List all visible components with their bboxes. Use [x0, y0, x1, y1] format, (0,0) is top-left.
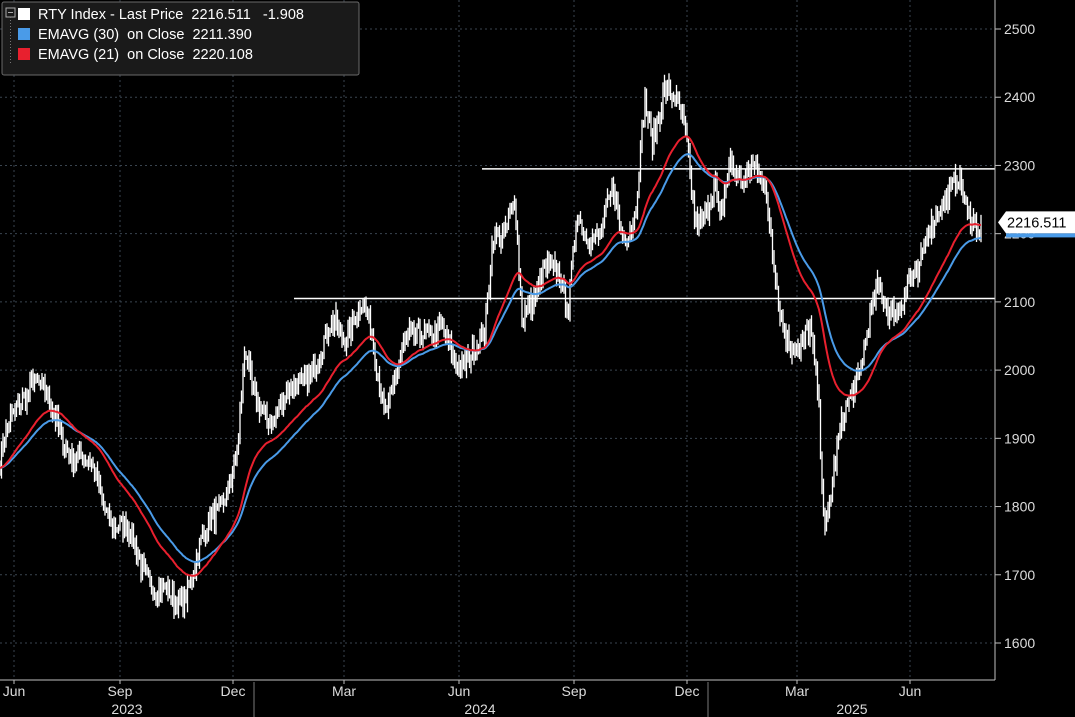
x-tick-label: Sep — [108, 683, 133, 699]
y-tick-label: 2300 — [1004, 157, 1035, 173]
rty-price-chart: 1600170018001900200021002200230024002500… — [0, 0, 1075, 717]
x-year-label: 2023 — [111, 701, 142, 717]
x-tick-label: Dec — [221, 683, 246, 699]
y-tick-label: 1800 — [1004, 499, 1035, 515]
ema30-flag — [1006, 233, 1075, 238]
legend-swatch — [18, 48, 30, 60]
legend-swatch — [18, 28, 30, 40]
x-year-label: 2024 — [464, 701, 495, 717]
x-tick-label: Sep — [562, 683, 587, 699]
x-tick-label: Jun — [3, 683, 26, 699]
x-tick-label: Jun — [448, 683, 471, 699]
last-price-value: 2216.511 — [1007, 215, 1066, 231]
y-axis: 1600170018001900200021002200230024002500 — [994, 0, 1035, 680]
legend[interactable]: RTY Index - Last Price 2216.511 -1.908 EM… — [1, 1, 360, 76]
y-tick-label: 2100 — [1004, 294, 1035, 310]
y-tick-label: 2500 — [1004, 21, 1035, 37]
x-tick-label: Mar — [785, 683, 809, 699]
y-tick-label: 2000 — [1004, 362, 1035, 378]
y-tick-label: 1900 — [1004, 430, 1035, 446]
x-year-label: 2025 — [836, 701, 867, 717]
legend-label: EMAVG (30) on Close 2211.390 — [38, 27, 252, 43]
horizontal-levels — [294, 168, 995, 300]
grid — [0, 0, 995, 680]
legend-label: RTY Index - Last Price 2216.511 -1.908 — [38, 7, 304, 23]
ema30-line — [0, 153, 982, 564]
last-price-label: 2216.511 — [998, 211, 1075, 238]
y-tick-label: 1700 — [1004, 567, 1035, 583]
legend-swatch — [18, 8, 30, 20]
legend-label: EMAVG (21) on Close 2220.108 — [38, 47, 253, 63]
x-tick-label: Dec — [675, 683, 700, 699]
x-axis: Jun Sep Dec Mar Jun Sep Dec Mar Jun 2023 2024 2025 — [0, 679, 995, 717]
x-tick-label: Mar — [332, 683, 356, 699]
ema21-line — [0, 135, 982, 577]
y-tick-label: 2400 — [1004, 89, 1035, 105]
x-tick-label: Jun — [899, 683, 922, 699]
chart-stage: 1600170018001900200021002200230024002500… — [0, 0, 1075, 717]
y-tick-label: 1600 — [1004, 635, 1035, 651]
